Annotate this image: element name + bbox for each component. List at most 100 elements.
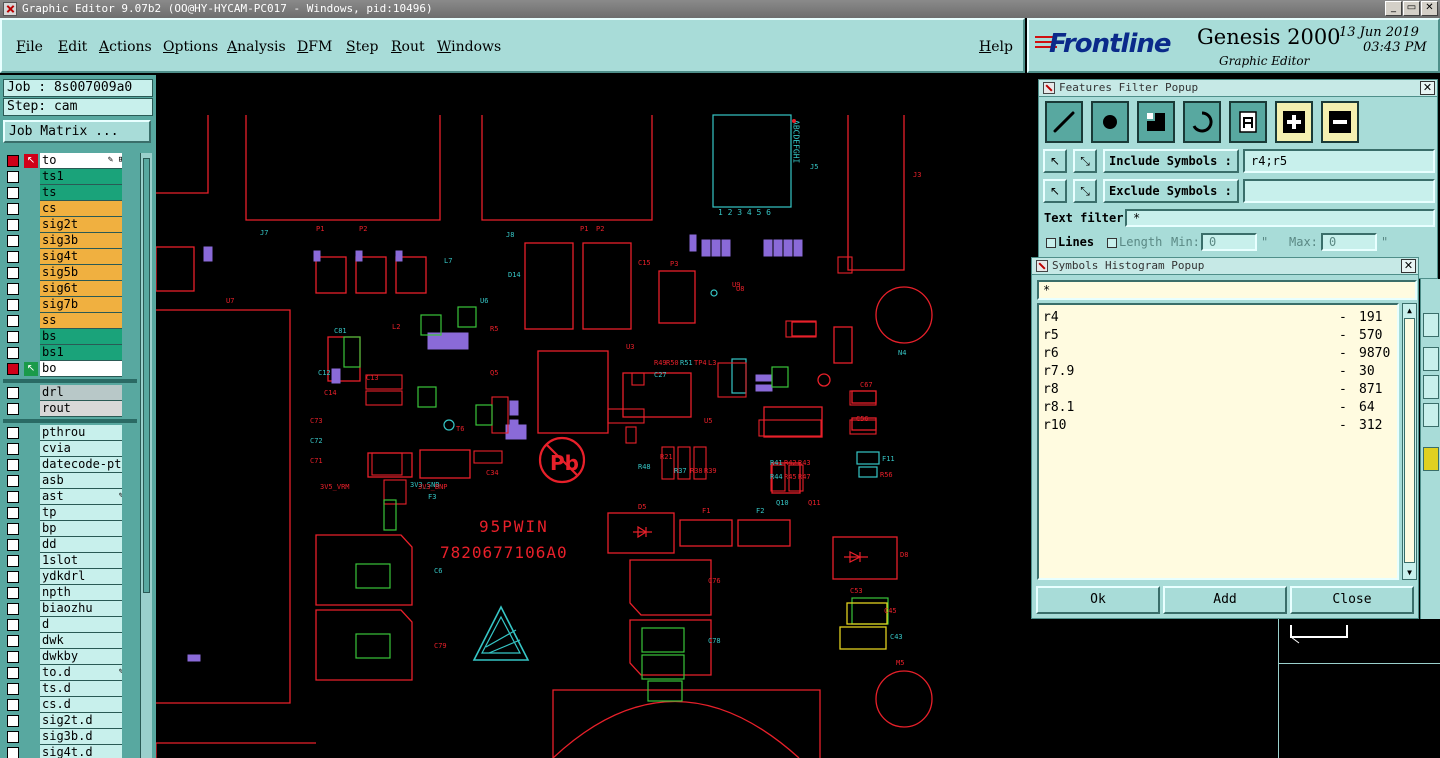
menu-analysis[interactable]: Analysis — [227, 39, 286, 55]
layer-toggle-checkbox[interactable] — [7, 619, 19, 631]
maximize-button[interactable]: ▭ — [1403, 1, 1420, 16]
layer-row-tp[interactable]: tp — [3, 505, 137, 521]
layer-name[interactable]: drl — [40, 385, 122, 401]
layer-toggle-checkbox[interactable] — [7, 267, 19, 279]
histogram-filter-input[interactable]: * — [1037, 280, 1417, 300]
layer-row-biaozhu[interactable]: biaozhu — [3, 601, 137, 617]
include-symbols-input[interactable]: r4;r5 — [1243, 149, 1435, 173]
work-layer-arrow-icon[interactable]: ↖ — [24, 154, 38, 168]
layer-row-sig4t-d[interactable]: sig4t.d — [3, 745, 137, 758]
length-checkbox[interactable] — [1107, 238, 1117, 248]
layer-toggle-checkbox[interactable] — [7, 699, 19, 711]
side-button[interactable] — [1423, 313, 1439, 337]
layer-row-sig7b[interactable]: sig7b — [3, 297, 137, 313]
layer-name[interactable]: cs — [40, 201, 122, 217]
layer-name[interactable]: cvia — [40, 441, 122, 457]
menu-help[interactable]: Help — [979, 39, 1013, 55]
layer-row-drl[interactable]: drl — [3, 385, 137, 401]
add-button[interactable]: Add — [1163, 586, 1287, 614]
menu-step[interactable]: Step — [346, 39, 378, 55]
layer-toggle-checkbox[interactable] — [7, 523, 19, 535]
histogram-row[interactable]: r6 -9870 — [1039, 345, 1397, 363]
layer-name[interactable]: rout — [40, 401, 122, 417]
layer-toggle-checkbox[interactable] — [7, 283, 19, 295]
exclude-pick-button[interactable]: ↖ — [1043, 179, 1067, 203]
layer-toggle-checkbox[interactable] — [7, 363, 19, 375]
layer-name[interactable]: 1slot — [40, 553, 122, 569]
menu-edit[interactable]: Edit — [58, 39, 87, 55]
layer-toggle-checkbox[interactable] — [7, 347, 19, 359]
features-filter-titlebar[interactable]: Features Filter Popup ✕ — [1039, 80, 1437, 97]
layer-row-bs1[interactable]: bs1 — [3, 345, 137, 361]
layer-name[interactable]: sig3b — [40, 233, 122, 249]
histogram-list[interactable]: r4-191 r5-570 r6-9870 r7.9-30 r8-871 r8.1-64 r… — [1037, 303, 1399, 580]
layer-toggle-checkbox[interactable] — [7, 555, 19, 567]
histogram-row[interactable]: r4 -191 — [1039, 309, 1397, 327]
layer-row-npth[interactable]: npth — [3, 585, 137, 601]
histogram-row[interactable]: r7.9 -30 — [1039, 363, 1397, 381]
menu-windows[interactable]: Windows — [437, 39, 501, 55]
menu-dfm[interactable]: DFM — [297, 39, 332, 55]
histogram-scrollbar[interactable]: ▲ ▼ — [1402, 303, 1417, 580]
layer-name[interactable]: ts — [40, 185, 122, 201]
lines-checkbox[interactable] — [1046, 238, 1056, 248]
layer-toggle-checkbox[interactable] — [7, 251, 19, 263]
filter-positive-tool[interactable] — [1275, 101, 1313, 143]
minimize-button[interactable]: _ — [1385, 1, 1402, 16]
layer-toggle-checkbox[interactable] — [7, 587, 19, 599]
layer-name[interactable]: sig2t — [40, 217, 122, 233]
layer-row-cs-d[interactable]: cs.d — [3, 697, 137, 713]
layer-toggle-checkbox[interactable] — [7, 475, 19, 487]
layer-row-sig5b[interactable]: sig5b — [3, 265, 137, 281]
layer-name[interactable]: tp — [40, 505, 122, 521]
layer-name[interactable]: ydkdrl — [40, 569, 122, 585]
layer-name[interactable]: pthrou — [40, 425, 122, 441]
layer-name[interactable]: sig4t.d — [40, 745, 122, 758]
histogram-row[interactable]: r10 -312 — [1039, 417, 1397, 435]
layer-scroll-thumb[interactable] — [143, 158, 150, 593]
layer-name[interactable]: asb — [40, 473, 122, 489]
menu-rout[interactable]: Rout — [391, 39, 425, 55]
side-button[interactable] — [1423, 375, 1439, 399]
layer-row-bs[interactable]: bs — [3, 329, 137, 345]
layer-row-sig3b[interactable]: sig3b — [3, 233, 137, 249]
filter-arcs-tool[interactable] — [1183, 101, 1221, 143]
filter-text-tool[interactable] — [1229, 101, 1267, 143]
scroll-up-icon[interactable]: ▲ — [1404, 305, 1415, 316]
histogram-close-icon[interactable]: ✕ — [1401, 259, 1416, 273]
layer-name[interactable]: npth — [40, 585, 122, 601]
menu-actions[interactable]: Actions — [99, 39, 152, 55]
layer-toggle-checkbox[interactable] — [7, 427, 19, 439]
layer-toggle-checkbox[interactable] — [7, 635, 19, 647]
layer-name[interactable]: d — [40, 617, 122, 633]
layer-row-1slot[interactable]: 1slot — [3, 553, 137, 569]
histogram-row[interactable]: r8 -871 — [1039, 381, 1397, 399]
layer-scrollbar[interactable] — [140, 153, 152, 758]
side-button[interactable] — [1423, 403, 1439, 427]
layer-row-dwk[interactable]: dwk — [3, 633, 137, 649]
side-button[interactable] — [1423, 347, 1439, 371]
layer-row-to-d[interactable]: to.d✎ — [3, 665, 137, 681]
layer-toggle-checkbox[interactable] — [7, 235, 19, 247]
layer-row-sig6t[interactable]: sig6t — [3, 281, 137, 297]
layer-toggle-checkbox[interactable] — [7, 603, 19, 615]
layer-toggle-checkbox[interactable] — [7, 203, 19, 215]
layer-name[interactable]: bs1 — [40, 345, 122, 361]
layer-name[interactable]: sig4t — [40, 249, 122, 265]
layer-row-bo[interactable]: ↖ bo — [3, 361, 137, 377]
layer-name[interactable]: sig3b.d — [40, 729, 122, 745]
layer-toggle-checkbox[interactable] — [7, 171, 19, 183]
layer-name[interactable]: ast✎ — [40, 489, 122, 505]
layer-name[interactable]: to✎ ⊞ — [40, 153, 122, 169]
layer-row-to[interactable]: ↖to✎ ⊞ — [3, 153, 137, 169]
layer-toggle-checkbox[interactable] — [7, 715, 19, 727]
layer-toggle-checkbox[interactable] — [7, 571, 19, 583]
layer-row-sig4t[interactable]: sig4t — [3, 249, 137, 265]
layer-row-dd[interactable]: dd — [3, 537, 137, 553]
include-pick-button[interactable]: ↖ — [1043, 149, 1067, 173]
layer-row-dwkby[interactable]: dwkby — [3, 649, 137, 665]
layer-toggle-checkbox[interactable] — [7, 403, 19, 415]
histogram-scroll-thumb[interactable] — [1404, 318, 1415, 563]
layer-row-pthrou[interactable]: pthrou — [3, 425, 137, 441]
close-button[interactable]: ✕ — [1421, 1, 1438, 16]
